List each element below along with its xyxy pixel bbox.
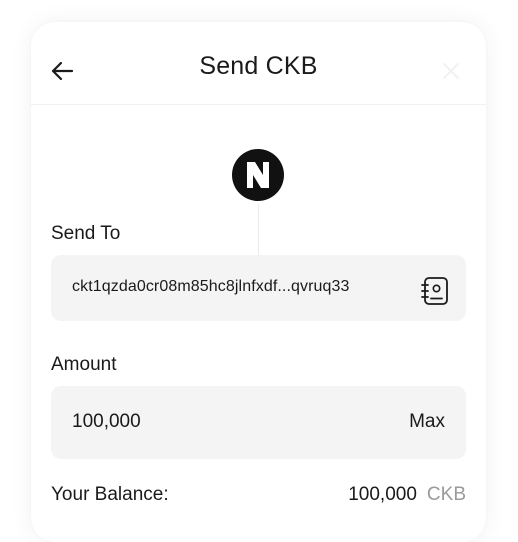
divider xyxy=(258,204,259,256)
nervos-logo-icon xyxy=(232,149,284,201)
amount-input[interactable]: 100,000 Max xyxy=(51,386,466,459)
address-book-button[interactable] xyxy=(419,275,451,307)
balance-label: Your Balance: xyxy=(51,484,169,505)
address-value: ckt1qzda0cr08m85hc8jlnfxdf...qvruq33 xyxy=(72,278,350,295)
amount-value: 100,000 xyxy=(72,411,141,432)
address-book-icon xyxy=(421,277,448,305)
address-field[interactable]: ckt1qzda0cr08m85hc8jlnfxdf...qvruq33 xyxy=(51,255,466,321)
dialog-header: Send CKB xyxy=(31,22,486,105)
max-button[interactable]: Max xyxy=(409,411,445,433)
send-to-label: Send To xyxy=(51,223,121,244)
balance-unit: CKB xyxy=(426,484,466,505)
balance-value: 100,000 xyxy=(348,484,417,505)
amount-label: Amount xyxy=(51,354,117,375)
send-ckb-dialog: Send CKB Send To ckt1qzda0cr08m85hc8jlnf… xyxy=(31,22,486,542)
close-button[interactable] xyxy=(442,62,460,80)
page-title: Send CKB xyxy=(199,52,318,80)
balance-amount: 100,000 CKB xyxy=(348,484,466,506)
close-icon xyxy=(443,63,459,79)
balance-row: Your Balance: 100,000 CKB xyxy=(51,484,466,506)
